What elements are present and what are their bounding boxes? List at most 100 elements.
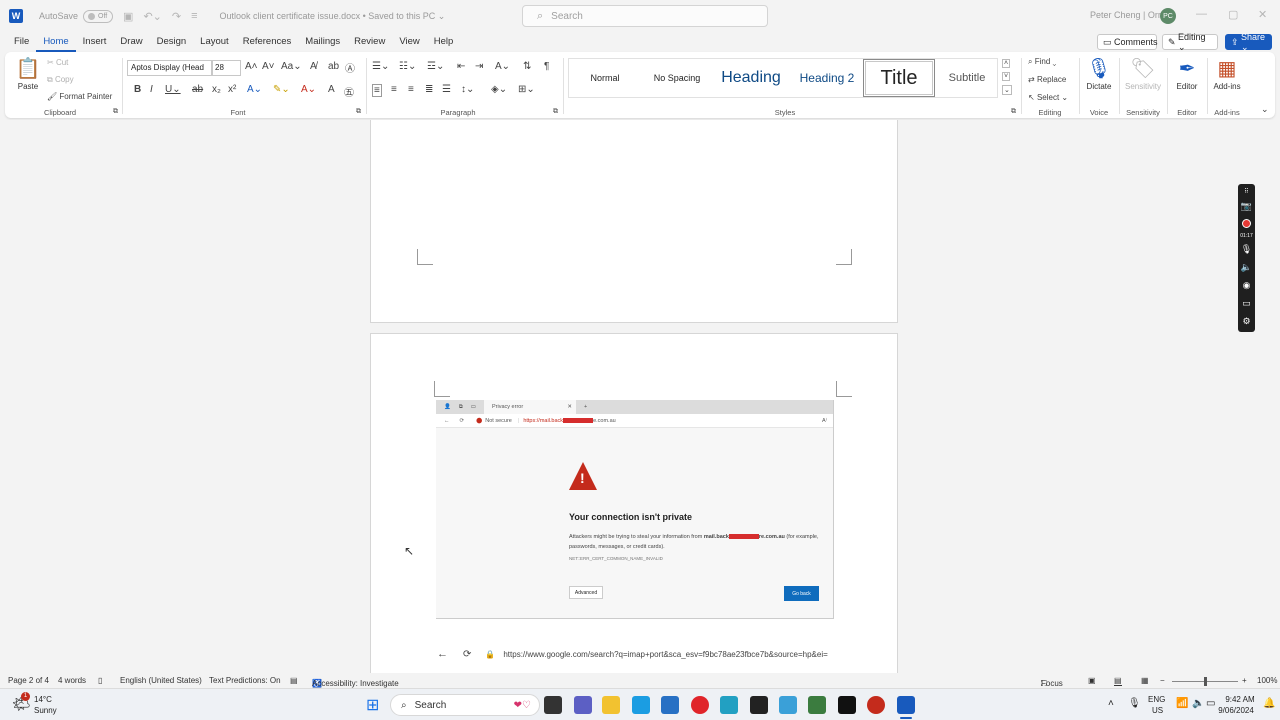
- sort-icon[interactable]: ⇅: [523, 61, 531, 72]
- word-count[interactable]: 4 words: [58, 676, 86, 685]
- terminal-icon[interactable]: [838, 696, 856, 714]
- comments-button[interactable]: ▭ Comments: [1097, 34, 1158, 50]
- grip-icon[interactable]: ⠿: [1244, 187, 1248, 197]
- clear-formatting-icon[interactable]: A̸: [310, 61, 317, 72]
- minimize-icon[interactable]: —: [1196, 8, 1207, 20]
- format-painter-button[interactable]: 🖌 Format Painter: [47, 92, 112, 101]
- sensitivity-button[interactable]: 🏷 Sensitivity: [1123, 56, 1163, 91]
- settings-gear-icon[interactable]: ⚙: [1242, 312, 1250, 330]
- window-icon[interactable]: ▭: [1242, 294, 1251, 312]
- style-heading-2[interactable]: Heading 2: [789, 59, 865, 97]
- search-box[interactable]: ⌕ Search: [522, 5, 768, 27]
- bold-icon[interactable]: B: [134, 84, 141, 95]
- customize-qat-icon[interactable]: ≡: [191, 10, 197, 22]
- tab-mailings[interactable]: Mailings: [298, 32, 347, 52]
- style-heading[interactable]: Heading: [713, 59, 789, 97]
- editing-mode-button[interactable]: ✎ Editing ⌄: [1162, 32, 1218, 52]
- tab-file[interactable]: File: [7, 32, 36, 52]
- page-1[interactable]: [370, 120, 898, 323]
- save-icon[interactable]: ▣: [123, 10, 133, 23]
- zoom-level[interactable]: 100%: [1257, 676, 1277, 685]
- start-windows-icon[interactable]: ⊞: [366, 695, 379, 715]
- weather-condition[interactable]: Sunny: [34, 706, 57, 715]
- asian-layout-icon[interactable]: A⌄: [495, 61, 510, 72]
- camera-icon[interactable]: 📷: [1241, 197, 1252, 215]
- print-layout-icon[interactable]: ▤: [1114, 676, 1122, 686]
- wifi-icon[interactable]: 📶: [1176, 698, 1188, 709]
- notepad-icon[interactable]: [808, 696, 826, 714]
- style-subtitle[interactable]: Subtitle: [935, 59, 999, 97]
- distributed-icon[interactable]: ☰: [442, 84, 451, 95]
- cut-button[interactable]: ✂ Cut: [47, 58, 68, 67]
- proofing-icon[interactable]: ▯: [98, 676, 102, 685]
- task-view-icon[interactable]: [544, 696, 562, 714]
- speaker-icon[interactable]: 🔈: [1241, 258, 1252, 276]
- document-title[interactable]: Outlook client certificate issue.docx • …: [220, 11, 446, 22]
- tab-home[interactable]: Home: [36, 32, 76, 52]
- paste-button[interactable]: 📋 Paste: [13, 56, 43, 91]
- vscode-icon[interactable]: [779, 696, 797, 714]
- character-shading-icon[interactable]: A: [328, 84, 335, 95]
- opera-icon[interactable]: [691, 696, 709, 714]
- underline-icon[interactable]: U⌄: [165, 84, 181, 95]
- style-normal[interactable]: Normal: [569, 59, 641, 97]
- weather-temp[interactable]: 14°C: [34, 695, 52, 704]
- font-launcher-icon[interactable]: ⧉: [356, 108, 361, 116]
- multilevel-list-icon[interactable]: ☲⌄: [427, 61, 444, 72]
- styles-scroll-up-icon[interactable]: ˄: [1002, 59, 1011, 68]
- copy-button[interactable]: ⧉ Copy: [47, 75, 74, 85]
- bullets-icon[interactable]: ☰⌄: [372, 61, 389, 72]
- tab-review[interactable]: Review: [347, 32, 392, 52]
- word-taskbar-icon[interactable]: [897, 696, 915, 714]
- tab-references[interactable]: References: [236, 32, 299, 52]
- editor-button[interactable]: ✒ Editor: [1171, 56, 1203, 91]
- redo-icon[interactable]: ↷: [172, 10, 181, 23]
- style-title[interactable]: Title: [863, 59, 935, 97]
- styles-more-icon[interactable]: ⌄: [1002, 85, 1012, 95]
- align-right-icon[interactable]: ≡: [408, 84, 414, 95]
- avatar[interactable]: PC: [1160, 8, 1176, 24]
- edge-icon[interactable]: [632, 696, 650, 714]
- style-no-spacing[interactable]: No Spacing: [641, 59, 713, 97]
- superscript-icon[interactable]: x²: [228, 84, 236, 95]
- read-mode-icon[interactable]: ▣: [1088, 676, 1096, 685]
- recorder-app-icon[interactable]: [867, 696, 885, 714]
- styles-scroll-down-icon[interactable]: ˅: [1002, 72, 1011, 81]
- tab-design[interactable]: Design: [150, 32, 194, 52]
- close-icon[interactable]: ✕: [1258, 8, 1267, 21]
- clock-date[interactable]: 9/06/2024: [1214, 706, 1258, 715]
- macro-icon[interactable]: ▤: [290, 676, 298, 685]
- tab-help[interactable]: Help: [427, 32, 461, 52]
- zoom-slider-thumb[interactable]: [1204, 677, 1207, 686]
- align-center-icon[interactable]: ≡: [391, 84, 397, 95]
- change-case-icon[interactable]: Aa⌄: [281, 61, 302, 72]
- clipboard-launcher-icon[interactable]: ⧉: [113, 108, 118, 116]
- show-hidden-icons-icon[interactable]: ˄: [1108, 698, 1114, 709]
- tab-view[interactable]: View: [392, 32, 426, 52]
- paragraph-launcher-icon[interactable]: ⧉: [553, 108, 558, 116]
- strikethrough-icon[interactable]: ab: [192, 84, 203, 95]
- webcam-icon[interactable]: ◉: [1243, 276, 1251, 294]
- page-count[interactable]: Page 2 of 4: [8, 676, 49, 685]
- addins-button[interactable]: ▦ Add-ins: [1211, 56, 1243, 91]
- undo-icon[interactable]: ↶⌄: [143, 10, 161, 23]
- taskbar-search[interactable]: ⌕ Search ❤♡: [390, 694, 540, 716]
- file-explorer-icon[interactable]: [602, 696, 620, 714]
- language-top[interactable]: ENG: [1148, 695, 1165, 704]
- character-border-icon[interactable]: Ⓐ: [345, 60, 355, 75]
- subscript-icon[interactable]: x₂: [212, 84, 221, 95]
- web-layout-icon[interactable]: ▦: [1141, 676, 1149, 685]
- replace-button[interactable]: ⇄ Replace: [1028, 75, 1066, 84]
- text-predictions-status[interactable]: Text Predictions: On: [209, 676, 281, 685]
- page-2[interactable]: 👤 ⧉ ▭ Privacy error ✕ + ← ⟳ ⬤ Not secure…: [370, 333, 898, 673]
- tab-layout[interactable]: Layout: [193, 32, 236, 52]
- record-icon[interactable]: [1242, 219, 1251, 228]
- font-color-icon[interactable]: A⌄: [301, 84, 316, 95]
- share-button[interactable]: ⇪ Share ⌄: [1225, 32, 1272, 52]
- line-spacing-icon[interactable]: ↕⌄: [461, 84, 474, 95]
- clock-time[interactable]: 9:42 AM: [1222, 695, 1258, 704]
- zoom-out-icon[interactable]: −: [1160, 676, 1165, 685]
- font-size-select[interactable]: 28: [211, 60, 241, 76]
- increase-indent-icon[interactable]: ⇥: [475, 61, 483, 72]
- pilcrow-icon[interactable]: ¶: [544, 61, 549, 72]
